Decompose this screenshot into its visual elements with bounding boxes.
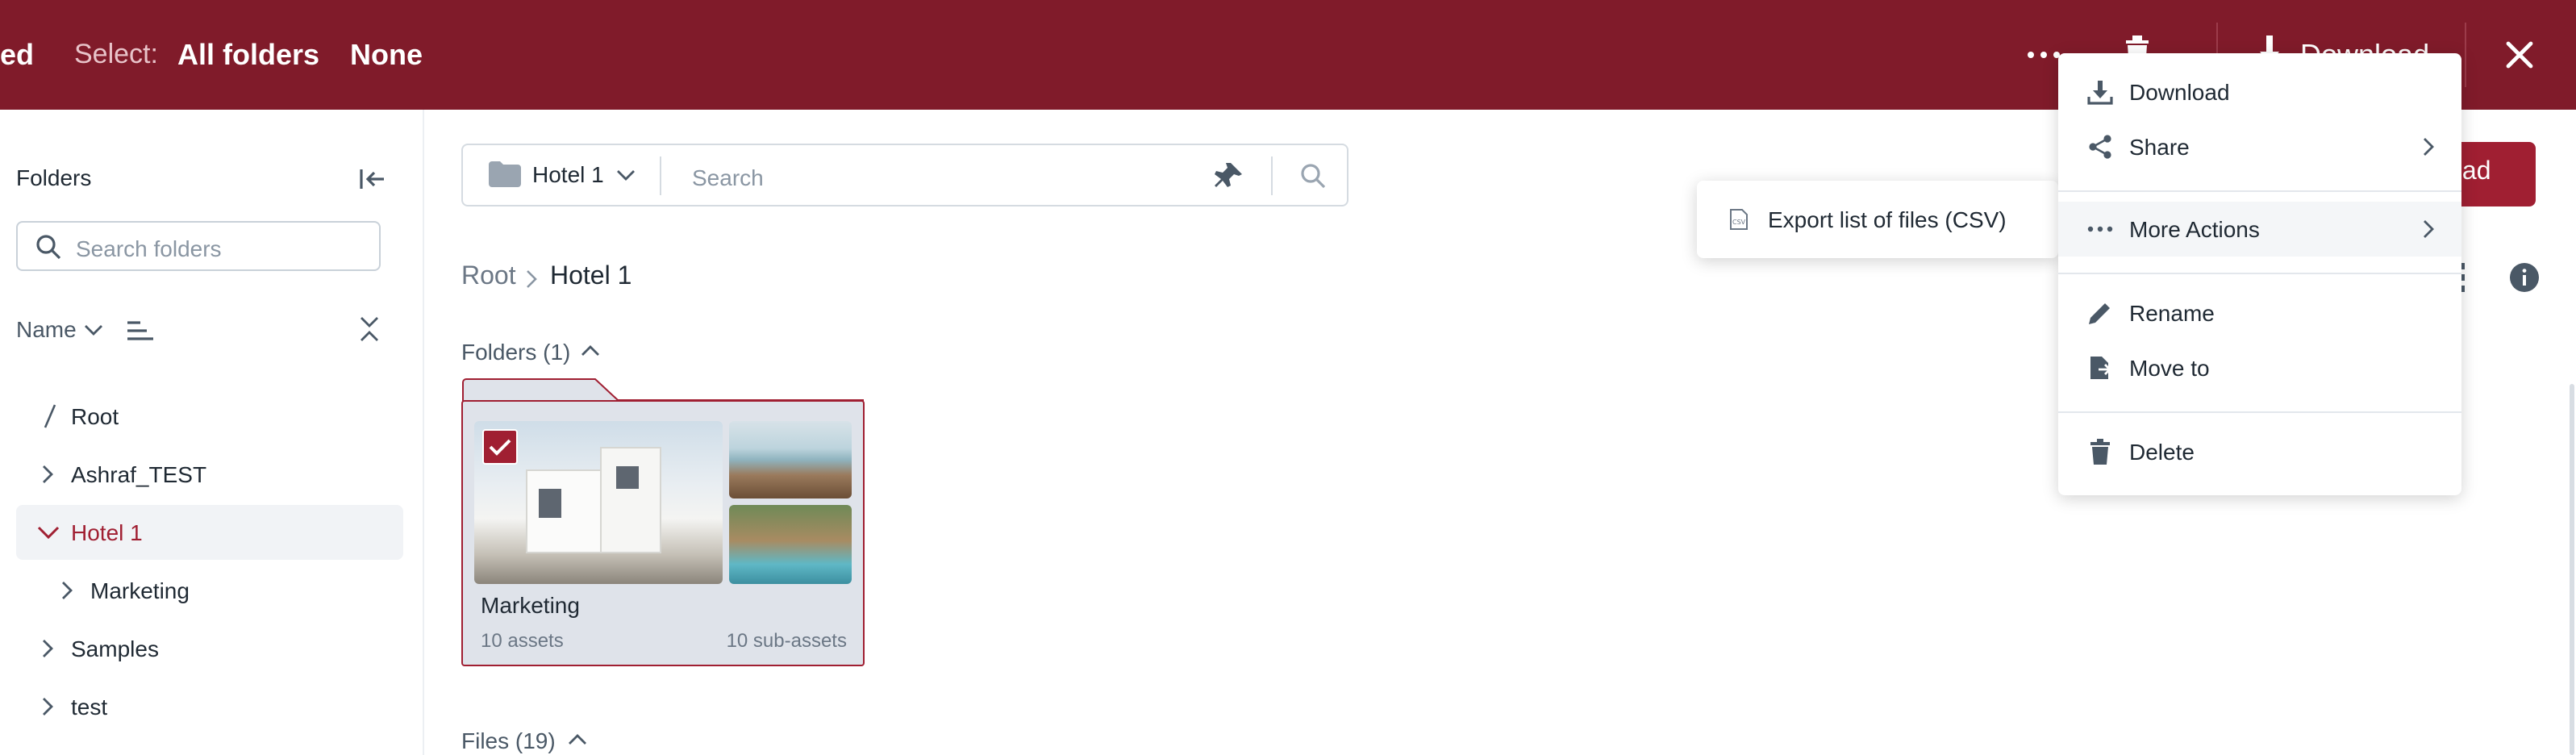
folder-name: Marketing xyxy=(481,592,580,618)
menu-item-rename[interactable]: Rename xyxy=(2058,286,2461,340)
download-icon xyxy=(2087,81,2113,105)
tree-item-label: Hotel 1 xyxy=(71,519,143,545)
folder-asset-count: 10 assets xyxy=(481,629,564,652)
chevron-down-icon[interactable] xyxy=(84,321,103,337)
menu-item-delete[interactable]: Delete xyxy=(2058,424,2461,479)
folder-search-input[interactable] xyxy=(73,223,369,273)
select-label: Select: xyxy=(74,39,158,69)
pencil-icon xyxy=(2089,303,2110,324)
tree-item-test[interactable]: test xyxy=(16,679,403,734)
select-all-folders-button[interactable]: All folders xyxy=(177,0,319,110)
collapse-sidebar-icon[interactable] xyxy=(358,166,387,192)
asset-search-input[interactable] xyxy=(689,145,1179,208)
info-icon[interactable] xyxy=(2508,261,2541,294)
more-actions-submenu: CSV Export list of files (CSV) xyxy=(1697,181,2058,258)
sort-order-icon[interactable] xyxy=(126,318,155,344)
selection-count-text: ed xyxy=(0,39,35,71)
chevron-right-icon[interactable] xyxy=(39,465,55,484)
trash-icon xyxy=(2090,439,2110,465)
folder-scope-dropdown[interactable]: Hotel 1 xyxy=(532,161,604,187)
breadcrumb-current: Hotel 1 xyxy=(550,263,632,290)
asset-search-bar: Hotel 1 xyxy=(461,144,1348,208)
breadcrumb-root[interactable]: Root xyxy=(461,263,516,292)
move-file-icon xyxy=(2090,357,2111,379)
search-icon[interactable] xyxy=(1300,163,1326,189)
export-csv-menu-item[interactable]: Export list of files (CSV) xyxy=(1768,181,2007,258)
tree-item-root[interactable]: Root xyxy=(16,389,403,444)
folder-sub-asset-count: 10 sub-assets xyxy=(726,629,847,652)
search-divider xyxy=(660,156,661,195)
chevron-right-icon[interactable] xyxy=(58,581,74,600)
tree-item-label: test xyxy=(71,694,108,720)
search-divider xyxy=(1271,156,1273,195)
menu-item-label: Rename xyxy=(2129,300,2215,326)
chevron-right-icon xyxy=(2424,138,2434,156)
chevron-right-icon[interactable] xyxy=(39,639,55,658)
checkmark-icon xyxy=(489,439,511,456)
csv-file-icon: CSV xyxy=(1729,208,1749,231)
menu-item-label: Download xyxy=(2129,79,2230,105)
menu-item-move-to[interactable]: Move to xyxy=(2058,340,2461,395)
folders-section-title[interactable]: Folders (1) xyxy=(461,339,570,365)
tree-item-hotel-1[interactable]: Hotel 1 xyxy=(16,505,403,560)
menu-divider xyxy=(2058,273,2461,274)
folder-select-checkbox[interactable] xyxy=(482,429,518,465)
folder-card-marketing[interactable]: Marketing 10 assets 10 sub-assets xyxy=(461,400,865,666)
tree-item-label: Ashraf_TEST xyxy=(71,461,207,487)
chevron-up-icon[interactable] xyxy=(581,344,600,360)
tree-item-ashraf-test[interactable]: Ashraf_TEST xyxy=(16,447,403,502)
chevron-right-icon xyxy=(2424,220,2434,238)
sidebar-divider xyxy=(423,110,424,755)
tree-item-samples[interactable]: Samples xyxy=(16,621,403,676)
folder-thumbnail-pool xyxy=(729,505,852,584)
files-section-title[interactable]: Files (19) xyxy=(461,728,556,753)
pin-icon[interactable] xyxy=(1215,161,1244,190)
sort-dropdown[interactable]: Name xyxy=(16,316,77,342)
folder-icon xyxy=(489,161,521,187)
select-none-button[interactable]: None xyxy=(350,0,423,110)
menu-item-share[interactable]: Share xyxy=(2058,119,2461,174)
svg-text:CSV: CSV xyxy=(1732,219,1746,226)
menu-item-download[interactable]: Download xyxy=(2058,65,2461,119)
slash-icon xyxy=(44,404,56,428)
scrollbar[interactable] xyxy=(2570,384,2574,755)
more-icon xyxy=(2087,226,2113,232)
menu-item-label: Delete xyxy=(2129,439,2195,465)
menu-item-label: Move to xyxy=(2129,355,2210,381)
folder-search-field[interactable] xyxy=(16,221,381,273)
share-icon xyxy=(2089,135,2111,159)
tree-item-label: Marketing xyxy=(90,578,190,603)
chevron-up-icon[interactable] xyxy=(568,732,587,749)
menu-item-label: Share xyxy=(2129,134,2190,160)
tree-item-label: Samples xyxy=(71,636,159,661)
actions-menu: Download Share More Actions Rename Move … xyxy=(2058,53,2461,495)
folder-thumbnail-beach xyxy=(729,421,852,498)
tree-item-marketing[interactable]: Marketing xyxy=(16,563,403,618)
chevron-right-icon[interactable] xyxy=(39,697,55,716)
tree-item-label: Root xyxy=(71,403,119,429)
chevron-down-icon[interactable] xyxy=(616,166,636,182)
menu-divider xyxy=(2058,411,2461,413)
toolbar-divider xyxy=(2465,23,2466,87)
chevron-right-icon xyxy=(523,269,539,289)
search-icon xyxy=(35,234,61,260)
more-icon[interactable] xyxy=(2024,39,2063,71)
chevron-down-icon[interactable] xyxy=(37,524,60,540)
sidebar-title: Folders xyxy=(16,165,92,190)
collapse-all-icon[interactable] xyxy=(358,315,381,344)
close-icon[interactable] xyxy=(2503,39,2536,71)
menu-divider xyxy=(2058,190,2461,192)
menu-item-more-actions[interactable]: More Actions xyxy=(2058,202,2461,257)
menu-item-label: More Actions xyxy=(2129,216,2260,242)
